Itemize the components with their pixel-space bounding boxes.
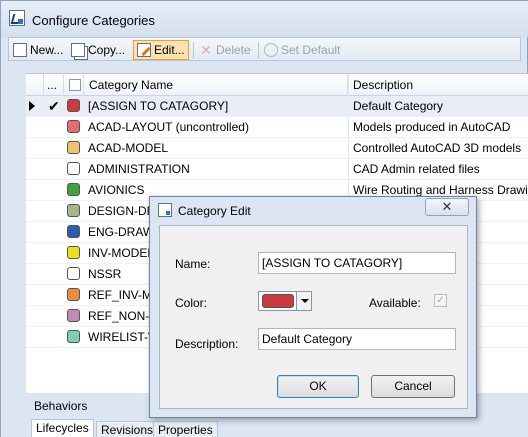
category-color-swatch [67,204,80,217]
new-document-icon [13,43,27,57]
title-bar[interactable]: Configure Categories [1,1,528,37]
copy-icon [71,43,85,57]
name-label: Name: [175,257,211,271]
color-picker[interactable] [258,291,312,311]
dialog-title: Category Edit [178,204,251,218]
set-default-button[interactable]: Set Default [264,40,340,60]
category-color-swatch [67,267,80,280]
tab-properties[interactable]: Properties [153,421,218,437]
close-icon[interactable]: ✕ [425,198,469,216]
vault-app-icon [158,203,172,217]
select-all-checkbox[interactable] [69,79,81,91]
category-edit-dialog: Category Edit ✕ Name: [ASSIGN TO CATAGOR… [149,196,477,418]
table-row[interactable]: ADMINISTRATION CAD Admin related files [26,159,528,180]
category-color-swatch [67,225,80,238]
set-default-button-label: Set Default [281,43,341,57]
available-label: Available: [369,296,421,310]
toolbar: New... Copy... Edit... ✕ Delete Set Defa… [8,37,521,61]
category-description-cell: Controlled AutoCAD 3D models [353,141,522,155]
grid-header: ... Category Name Description [26,74,528,96]
delete-button[interactable]: ✕ Delete [199,40,251,60]
tab-revisions[interactable]: Revisions [96,421,159,437]
new-button-label: New... [30,43,64,57]
edit-button-label: Edit... [154,43,185,57]
ok-button[interactable]: OK [277,375,359,398]
left-panel-edge [1,61,26,437]
chevron-down-icon[interactable] [296,292,311,310]
delete-button-label: Delete [216,43,251,57]
tab-lifecycles[interactable]: Lifecycles [31,419,94,437]
dialog-body: Name: [ASSIGN TO CATAGORY] Color: Availa… [159,225,468,409]
category-name-cell: ADMINISTRATION [88,162,190,176]
category-color-swatch [67,99,80,112]
category-description-cell: Default Category [353,99,444,113]
name-field[interactable]: [ASSIGN TO CATAGORY] [258,252,456,274]
category-description-cell: Models produced in AutoCAD [353,120,511,134]
description-field[interactable]: Default Category [258,328,456,350]
table-row[interactable]: ACAD-MODEL Controlled AutoCAD 3D models [26,138,528,159]
category-name-cell: ACAD-MODEL [88,141,169,155]
category-name-cell: AVIONICS [88,183,145,197]
category-color-swatch [67,246,80,259]
category-color-swatch [67,288,80,301]
column-header-color[interactable] [64,74,84,96]
category-color-swatch [67,162,80,175]
color-swatch [262,294,294,308]
category-description-cell: Wire Routing and Harness Drawin [353,183,528,197]
category-name-cell: ACAD-LAYOUT (uncontrolled) [88,120,249,134]
vault-app-icon [9,10,25,26]
copy-button-label: Copy... [88,43,126,57]
column-header-category-name[interactable]: Category Name [84,74,348,96]
category-name-cell: NSSR [88,267,122,281]
behaviors-title: Behaviors [34,399,88,413]
row-indicator-header [26,74,44,96]
toolbar-separator [258,42,259,58]
cancel-button[interactable]: Cancel [371,375,455,398]
new-button[interactable]: New... [13,40,63,60]
category-name-cell: [ASSIGN TO CATAGORY] [88,99,229,113]
delete-x-icon: ✕ [200,42,212,58]
dialog-title-bar[interactable]: Category Edit ✕ [150,197,476,225]
category-color-swatch [67,183,80,196]
column-header-dots[interactable]: ... [44,74,64,96]
set-default-check-icon [264,43,278,57]
category-color-swatch [67,309,80,322]
current-row-arrow-icon [29,101,35,111]
window-title: Configure Categories [32,13,155,28]
category-color-swatch [67,330,80,343]
copy-button[interactable]: Copy... [71,40,125,60]
edit-button[interactable]: Edit... [133,40,189,60]
category-name-cell: REF_NON-C [88,309,159,323]
toolbar-separator [193,42,194,58]
column-header-description[interactable]: Description [348,74,528,96]
category-color-swatch [67,141,80,154]
color-label: Color: [175,296,208,310]
category-color-swatch [67,120,80,133]
default-check-icon: ✔ [48,98,60,114]
available-checkbox[interactable]: ✓ [434,294,447,307]
category-description-cell: CAD Admin related files [353,162,480,176]
category-name-cell: ENG-DRAW [88,225,155,239]
category-name-cell: INV-MODEL [88,246,155,260]
edit-pencil-icon [137,43,151,57]
table-row[interactable]: ✔ [ASSIGN TO CATAGORY] Default Category [26,96,528,117]
description-label: Description: [175,337,239,351]
table-row[interactable]: ACAD-LAYOUT (uncontrolled) Models produce… [26,117,528,138]
